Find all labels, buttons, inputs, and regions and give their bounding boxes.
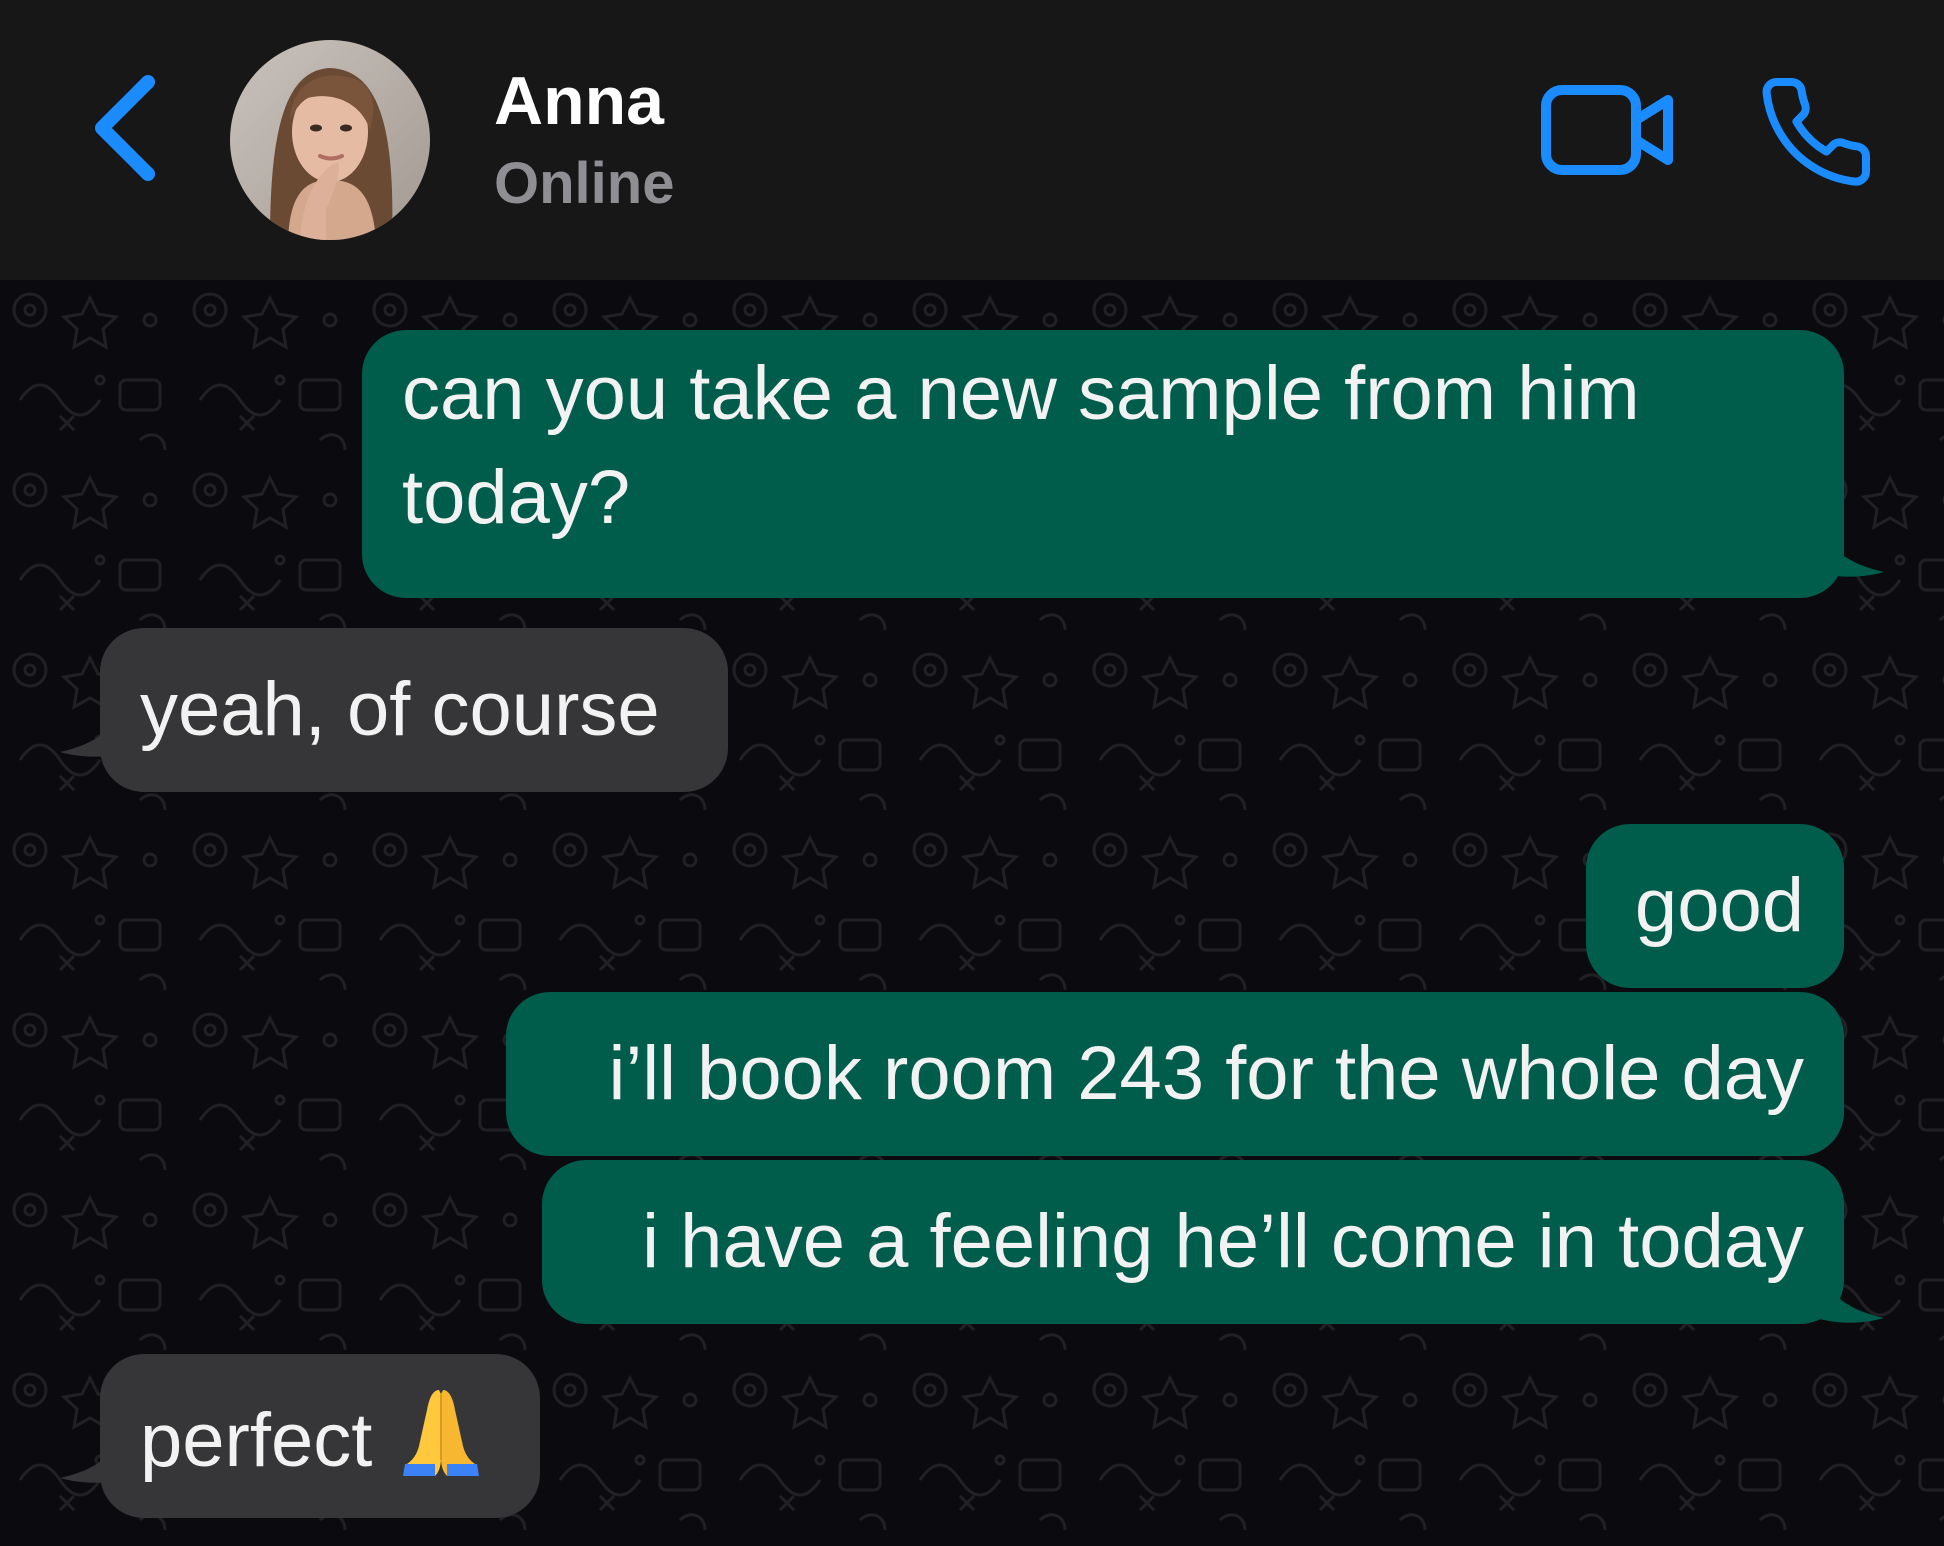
message-text: perfect	[140, 1398, 373, 1483]
incoming-message[interactable]: yeah, of course	[100, 628, 728, 792]
outgoing-message[interactable]: i’ll book room 243 for the whole day	[506, 992, 1844, 1156]
back-button[interactable]	[90, 72, 170, 184]
folded-hands-emoji	[393, 1384, 489, 1507]
chat-header: Anna Online	[0, 0, 1944, 280]
video-call-button[interactable]	[1540, 82, 1676, 178]
message-text: i’ll book room 243 for the whole day	[608, 1031, 1804, 1116]
message-list[interactable]: can you take a new sample from him today…	[0, 280, 1944, 1546]
incoming-message[interactable]: perfect	[100, 1354, 540, 1518]
message-text-line: can you take a new sample from him	[402, 351, 1640, 436]
outgoing-message[interactable]: i have a feeling he’ll come in today	[542, 1160, 1844, 1324]
chat-app: Anna Online can you take a new sample fr…	[0, 0, 1944, 1546]
contact-name[interactable]: Anna	[494, 62, 664, 140]
message-text-line: today?	[402, 455, 631, 540]
video-camera-icon	[1541, 85, 1673, 175]
message-text: good	[1634, 863, 1804, 948]
outgoing-message[interactable]: can you take a new sample from him today…	[362, 330, 1844, 598]
phone-icon	[1762, 78, 1871, 186]
voice-call-button[interactable]	[1756, 72, 1876, 192]
chevron-left-icon	[95, 75, 155, 181]
message-text: yeah, of course	[140, 667, 660, 752]
outgoing-message[interactable]: good	[1586, 824, 1844, 988]
message-text: i have a feeling he’ll come in today	[642, 1199, 1804, 1284]
avatar[interactable]	[230, 40, 430, 240]
contact-status: Online	[494, 151, 675, 216]
